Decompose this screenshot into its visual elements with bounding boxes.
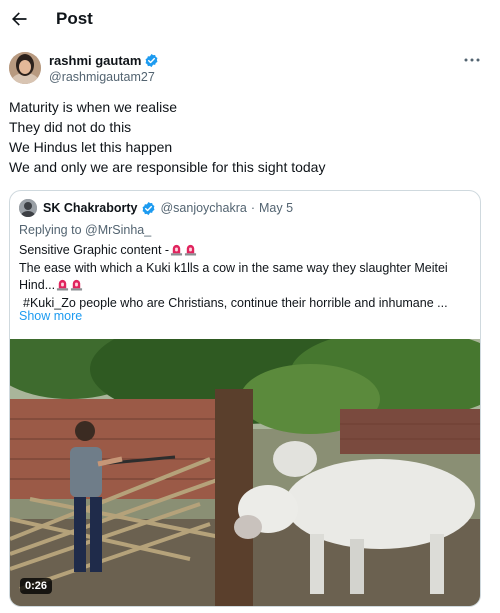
tweet-line: We and only we are responsible for this … bbox=[9, 159, 326, 175]
replying-to[interactable]: Replying to @MrSinha_ bbox=[19, 223, 151, 237]
top-bar: Post bbox=[0, 0, 500, 40]
author-handle[interactable]: @rashmigautam27 bbox=[49, 70, 159, 84]
tweet-line: We Hindus let this happen bbox=[9, 139, 173, 155]
quoted-line: Sensitive Graphic content - bbox=[19, 243, 170, 257]
quoted-text: Sensitive Graphic content - The ease wit… bbox=[19, 242, 474, 312]
avatar[interactable] bbox=[9, 52, 41, 84]
more-options-icon[interactable] bbox=[464, 55, 480, 65]
quoted-line: The ease with which a Kuki k1lls a cow i… bbox=[19, 260, 448, 275]
tweet-line: Maturity is when we realise bbox=[9, 99, 178, 115]
police-siren-icon bbox=[57, 279, 69, 291]
quoted-avatar[interactable] bbox=[19, 199, 37, 217]
tweet-line: They did not do this bbox=[9, 119, 132, 135]
quoted-line: #Kuki_Zo people who are Christians, cont… bbox=[23, 295, 448, 310]
arrow-left-icon[interactable] bbox=[9, 9, 29, 29]
tweet-text: Maturity is when we realise They did not… bbox=[9, 97, 325, 177]
quoted-line: Hind... bbox=[19, 278, 56, 292]
author-block: rashmi gautam @rashmigautam27 bbox=[49, 52, 159, 84]
quoted-author-name[interactable]: SK Chakraborty bbox=[43, 201, 137, 215]
quoted-date[interactable]: May 5 bbox=[259, 201, 293, 215]
separator-dot: · bbox=[250, 201, 255, 215]
quoted-tweet[interactable]: SK Chakraborty @sanjoychakra · May 5 Rep… bbox=[9, 190, 481, 607]
quoted-author-handle[interactable]: @sanjoychakra bbox=[160, 201, 246, 215]
verified-badge-icon bbox=[143, 201, 155, 215]
video-duration: 0:26 bbox=[20, 578, 53, 594]
police-siren-icon bbox=[71, 279, 83, 291]
police-siren-icon bbox=[171, 244, 183, 256]
author-name[interactable]: rashmi gautam bbox=[49, 53, 141, 68]
page-title: Post bbox=[56, 9, 93, 28]
quoted-header: SK Chakraborty @sanjoychakra · May 5 bbox=[19, 199, 293, 217]
video-player[interactable]: 0:26 bbox=[10, 339, 480, 606]
police-siren-icon bbox=[185, 244, 197, 256]
video-frame bbox=[10, 339, 480, 606]
show-more-link[interactable]: Show more bbox=[19, 309, 82, 323]
verified-badge-icon bbox=[146, 53, 158, 67]
